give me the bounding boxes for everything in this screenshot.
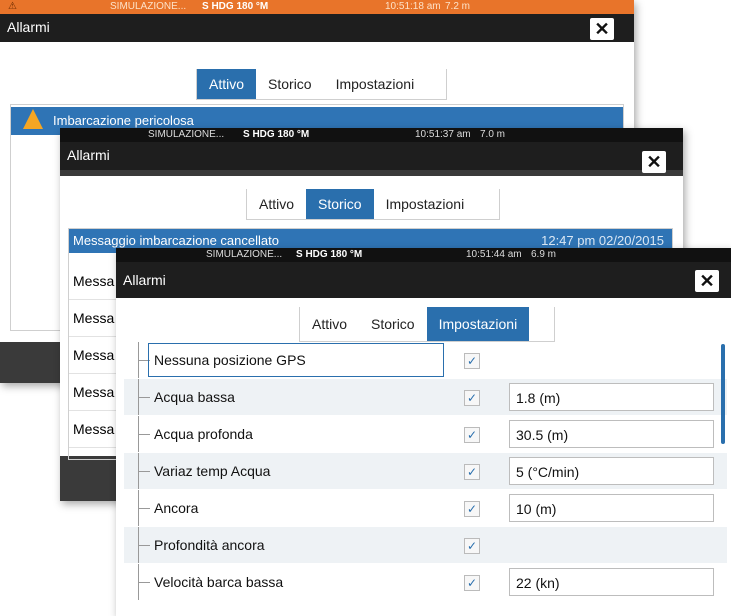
window-title: Allarmi <box>67 147 110 163</box>
status-time: 10:51:44 am <box>466 249 522 260</box>
close-icon: ✕ <box>646 152 662 172</box>
setting-row-anchor[interactable]: Ancora ✓ 10 (m) <box>124 490 727 526</box>
tab-impostazioni[interactable]: Impostazioni <box>324 69 427 99</box>
setting-row-water-temp[interactable]: Variaz temp Acqua ✓ 5 (°C/min) <box>124 453 727 489</box>
window-body: Attivo Storico Impostazioni Nessuna posi… <box>116 298 731 616</box>
window-title: Allarmi <box>7 19 50 35</box>
status-bar: ⚠ SIMULAZIONE... S HDG 180 °M 10:51:18 a… <box>0 0 634 14</box>
close-button[interactable]: ✕ <box>590 18 614 40</box>
status-bar: SIMULAZIONE... S HDG 180 °M 10:51:37 am … <box>60 128 683 142</box>
history-row-text: Messa <box>73 273 115 289</box>
setting-label: Acqua bassa <box>154 389 235 405</box>
tree-branch <box>138 508 150 509</box>
status-simulation: SIMULAZIONE... <box>148 129 225 140</box>
tab-bar: Attivo Storico Impostazioni <box>196 69 447 100</box>
close-button[interactable]: ✕ <box>695 270 719 292</box>
setting-label: Variaz temp Acqua <box>154 463 271 479</box>
setting-row-shallow-water[interactable]: Acqua bassa ✓ 1.8 (m) <box>124 379 727 415</box>
tree-branch <box>138 397 150 398</box>
warning-triangle-icon <box>23 109 43 129</box>
tab-impostazioni[interactable]: Impostazioni <box>426 307 530 341</box>
history-message: Messaggio imbarcazione cancellato <box>73 233 279 248</box>
status-simulation: SIMULAZIONE... <box>110 1 187 12</box>
tab-storico[interactable]: Storico <box>306 189 374 219</box>
tree-branch <box>138 471 150 472</box>
window-titlebar: Allarmi ✕ <box>0 14 634 42</box>
status-depth: 6.9 m <box>531 249 557 260</box>
close-button[interactable]: ✕ <box>642 151 666 173</box>
setting-checkbox[interactable]: ✓ <box>464 427 480 443</box>
setting-label: Nessuna posizione GPS <box>154 352 306 368</box>
tab-attivo[interactable]: Attivo <box>247 189 306 219</box>
setting-checkbox[interactable]: ✓ <box>464 353 480 369</box>
tab-attivo[interactable]: Attivo <box>300 307 359 341</box>
window-titlebar: Allarmi ✕ <box>60 142 683 173</box>
setting-row-deep-water[interactable]: Acqua profonda ✓ 30.5 (m) <box>124 416 727 452</box>
setting-row-low-boat-speed[interactable]: Velocità barca bassa ✓ 22 (kn) <box>124 564 727 600</box>
status-bar: SIMULAZIONE... S HDG 180 °M 10:51:44 am … <box>116 248 731 262</box>
setting-value-field[interactable]: 1.8 (m) <box>509 383 714 411</box>
setting-label: Velocità barca bassa <box>154 574 284 590</box>
tab-storico[interactable]: Storico <box>256 69 324 99</box>
alarm-text: Imbarcazione pericolosa <box>53 113 194 128</box>
tab-attivo[interactable]: Attivo <box>197 69 257 99</box>
history-row-text: Messa <box>73 384 115 400</box>
history-row-text: Messa <box>73 310 115 326</box>
status-simulation: SIMULAZIONE... <box>206 249 283 260</box>
setting-checkbox[interactable]: ✓ <box>464 575 480 591</box>
setting-value-field[interactable]: 22 (kn) <box>509 568 714 596</box>
tab-bar: Attivo Storico Impostazioni <box>299 307 555 342</box>
status-depth: 7.0 m <box>480 129 506 140</box>
tab-storico[interactable]: Storico <box>359 307 427 341</box>
history-time: 12:47 pm 02/20/2015 <box>541 233 664 248</box>
setting-row-no-gps[interactable]: Nessuna posizione GPS ✓ <box>124 342 727 378</box>
tree-branch <box>138 434 150 435</box>
setting-checkbox[interactable]: ✓ <box>464 501 480 517</box>
window-title: Allarmi <box>123 272 166 288</box>
close-icon: ✕ <box>594 19 610 39</box>
tab-impostazioni[interactable]: Impostazioni <box>374 189 477 219</box>
setting-checkbox[interactable]: ✓ <box>464 464 480 480</box>
scrollbar[interactable] <box>721 344 725 444</box>
setting-checkbox[interactable]: ✓ <box>464 538 480 554</box>
setting-value-field[interactable]: 10 (m) <box>509 494 714 522</box>
setting-label: Acqua profonda <box>154 426 253 442</box>
close-icon: ✕ <box>699 271 715 291</box>
setting-label: Ancora <box>154 500 199 516</box>
history-row-text: Messa <box>73 347 115 363</box>
status-time: 10:51:37 am <box>415 129 471 140</box>
tree-branch <box>138 582 150 583</box>
history-row-text: Messa <box>73 421 115 437</box>
tab-bar: Attivo Storico Impostazioni <box>246 189 500 220</box>
status-heading: S HDG 180 °M <box>296 249 363 260</box>
setting-label: Profondità ancora <box>154 537 265 553</box>
warning-status-icon: ⚠ <box>8 1 17 12</box>
setting-checkbox[interactable]: ✓ <box>464 390 480 406</box>
settings-list: Nessuna posizione GPS ✓ Acqua bassa ✓ 1.… <box>124 342 727 616</box>
setting-row-anchor-depth[interactable]: Profondità ancora ✓ <box>124 527 727 563</box>
window-titlebar: Allarmi ✕ <box>116 262 731 298</box>
status-depth: 7.2 m <box>445 1 471 12</box>
setting-value-field[interactable]: 5 (°C/min) <box>509 457 714 485</box>
status-heading: S HDG 180 °M <box>202 1 269 12</box>
status-heading: S HDG 180 °M <box>243 129 310 140</box>
alarms-window-settings: SIMULAZIONE... S HDG 180 °M 10:51:44 am … <box>116 248 731 616</box>
status-time: 10:51:18 am <box>385 1 441 12</box>
tree-branch <box>138 545 150 546</box>
setting-value-field[interactable]: 30.5 (m) <box>509 420 714 448</box>
